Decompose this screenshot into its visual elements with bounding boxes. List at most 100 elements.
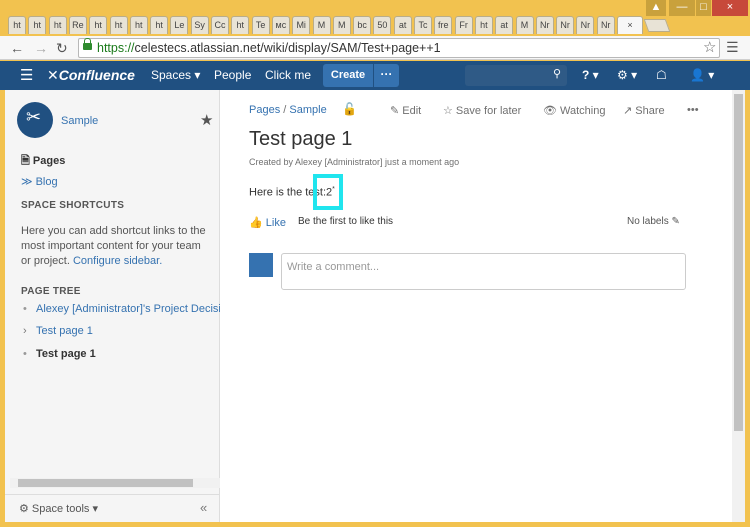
tree-bullet-icon: •: [23, 348, 27, 360]
shortcuts-help-text: Here you can add shortcut links to the m…: [21, 224, 211, 269]
share-label: Share: [635, 105, 665, 117]
labels-area[interactable]: No labels ✎: [627, 216, 680, 227]
browser-tab[interactable]: Te: [251, 16, 270, 34]
page-tree-heading: PAGE TREE: [21, 286, 81, 297]
browser-tab[interactable]: ht: [231, 16, 250, 34]
notifications-icon[interactable]: ☖: [656, 61, 667, 90]
browser-tab[interactable]: Nr: [576, 16, 595, 34]
watching-label: Watching: [560, 105, 606, 117]
profile-button[interactable]: ▲: [646, 0, 666, 16]
avatar: [249, 253, 273, 277]
save-for-later-label: Save for later: [455, 105, 522, 117]
edit-label: Edit: [402, 105, 422, 117]
browser-tab[interactable]: M: [312, 16, 331, 34]
tree-item-test-page-parent[interactable]: Test page 1: [36, 325, 93, 337]
browser-tab[interactable]: Nr: [596, 16, 615, 34]
browser-tab[interactable]: мс: [271, 16, 290, 34]
reload-icon[interactable]: ↻: [56, 40, 68, 56]
collapse-sidebar-button[interactable]: «: [200, 500, 207, 515]
browser-tab[interactable]: ht: [150, 16, 169, 34]
browser-tab[interactable]: Le: [170, 16, 189, 34]
space-tools-menu[interactable]: ⚙ Space tools ▾: [19, 502, 98, 515]
create-more-button[interactable]: ···: [374, 64, 399, 87]
browser-tab[interactable]: ht: [129, 16, 148, 34]
user-menu[interactable]: 👤 ▾: [690, 61, 714, 90]
browser-tab[interactable]: Mi: [292, 16, 311, 34]
lock-icon: [83, 38, 92, 50]
browser-tab[interactable]: ht: [8, 16, 26, 34]
spaces-menu[interactable]: Spaces ▾: [151, 61, 200, 90]
close-window-button[interactable]: ×: [712, 0, 748, 16]
active-tab-close-button[interactable]: ×: [617, 16, 643, 34]
scrollbar-thumb[interactable]: [734, 94, 743, 431]
browser-tab[interactable]: ht: [48, 16, 67, 34]
browser-tab[interactable]: at: [393, 16, 412, 34]
back-icon[interactable]: ←: [10, 40, 24, 56]
browser-tab[interactable]: fre: [434, 16, 453, 34]
restrictions-lock-icon[interactable]: 🔓: [342, 102, 357, 116]
breadcrumb-pages[interactable]: Pages: [249, 104, 280, 116]
tree-item-project-decisions[interactable]: Alexey [Administrator]'s Project Decisio: [36, 303, 220, 315]
window-frame-right: [745, 60, 750, 527]
browser-tab[interactable]: ht: [109, 16, 128, 34]
sidebar-item-pages[interactable]: 🗎 Pages: [21, 152, 65, 171]
confluence-logo[interactable]: ✕Confluence: [47, 61, 135, 90]
minimize-button[interactable]: —: [669, 0, 695, 16]
browser-tab[interactable]: M: [515, 16, 534, 34]
edit-button[interactable]: ✎ Edit: [390, 104, 421, 117]
tree-bullet-icon: •: [23, 303, 27, 315]
browser-tab[interactable]: Cc: [211, 16, 229, 34]
bookmark-star-icon[interactable]: ☆: [703, 38, 716, 56]
browser-tab[interactable]: at: [495, 16, 514, 34]
people-link[interactable]: People: [214, 61, 251, 90]
browser-tab[interactable]: ht: [474, 16, 493, 34]
forward-icon[interactable]: →: [34, 40, 48, 56]
space-name-link[interactable]: Sample: [61, 115, 98, 127]
click-me-link[interactable]: Click me: [265, 61, 311, 90]
space-shortcuts-heading: SPACE SHORTCUTS: [21, 200, 125, 211]
address-bar[interactable]: https://celestecs.atlassian.net/wiki/dis…: [78, 38, 720, 58]
browser-tab[interactable]: Nr: [556, 16, 575, 34]
like-button[interactable]: 👍 Like: [249, 216, 286, 229]
space-logo[interactable]: [17, 102, 53, 138]
browser-tab[interactable]: bc: [353, 16, 372, 34]
sidebar-item-blog[interactable]: ≫ Blog: [21, 175, 58, 188]
breadcrumb-space[interactable]: Sample: [289, 104, 326, 116]
maximize-button[interactable]: □: [696, 0, 711, 16]
browser-tab[interactable]: ht: [28, 16, 47, 34]
browser-tab[interactable]: 50: [373, 16, 392, 34]
tree-item-current-page[interactable]: Test page 1: [36, 348, 96, 360]
share-button[interactable]: ↗ Share: [623, 104, 665, 117]
configure-sidebar-link[interactable]: Configure sidebar.: [73, 255, 162, 267]
url-scheme: https://: [97, 41, 135, 55]
new-tab-button[interactable]: [643, 19, 671, 32]
browser-tab[interactable]: M: [332, 16, 351, 34]
favourite-star-icon[interactable]: ★: [200, 111, 213, 129]
more-actions-button[interactable]: •••: [687, 104, 699, 116]
browser-tab[interactable]: Fr: [454, 16, 473, 34]
sidebar-footer: ⚙ Space tools ▾ «: [5, 494, 220, 522]
edit-labels-icon[interactable]: ✎: [671, 216, 679, 227]
browser-tab[interactable]: Re: [68, 16, 87, 34]
browser-tab[interactable]: Sy: [190, 16, 209, 34]
search-input[interactable]: ⚲: [465, 65, 567, 86]
like-label: Like: [265, 217, 286, 229]
help-menu[interactable]: ? ▾: [582, 61, 599, 90]
create-button[interactable]: Create: [323, 64, 373, 87]
browser-tab[interactable]: Tc: [414, 16, 432, 34]
browser-tab[interactable]: ht: [89, 16, 108, 34]
browser-tab[interactable]: Nr: [535, 16, 554, 34]
comment-input[interactable]: Write a comment...: [281, 253, 686, 290]
pages-label: Pages: [32, 155, 66, 167]
breadcrumb-separator: /: [283, 104, 287, 116]
save-for-later-button[interactable]: ☆ Save for later: [443, 104, 521, 117]
tree-expand-icon[interactable]: ›: [23, 325, 27, 337]
scrollbar-thumb[interactable]: [18, 479, 193, 487]
app-switcher-icon[interactable]: ☰: [20, 61, 33, 90]
settings-menu[interactable]: ⚙ ▾: [617, 61, 637, 90]
watching-button[interactable]: 👁 Watching: [543, 104, 605, 117]
sidebar-horizontal-scrollbar[interactable]: [10, 478, 220, 488]
browser-menu-icon[interactable]: ☰: [726, 39, 739, 56]
page-content: Pages / Sample 🔓 ✎ Edit ☆ Save for later…: [220, 90, 732, 522]
page-vertical-scrollbar[interactable]: [732, 90, 745, 522]
